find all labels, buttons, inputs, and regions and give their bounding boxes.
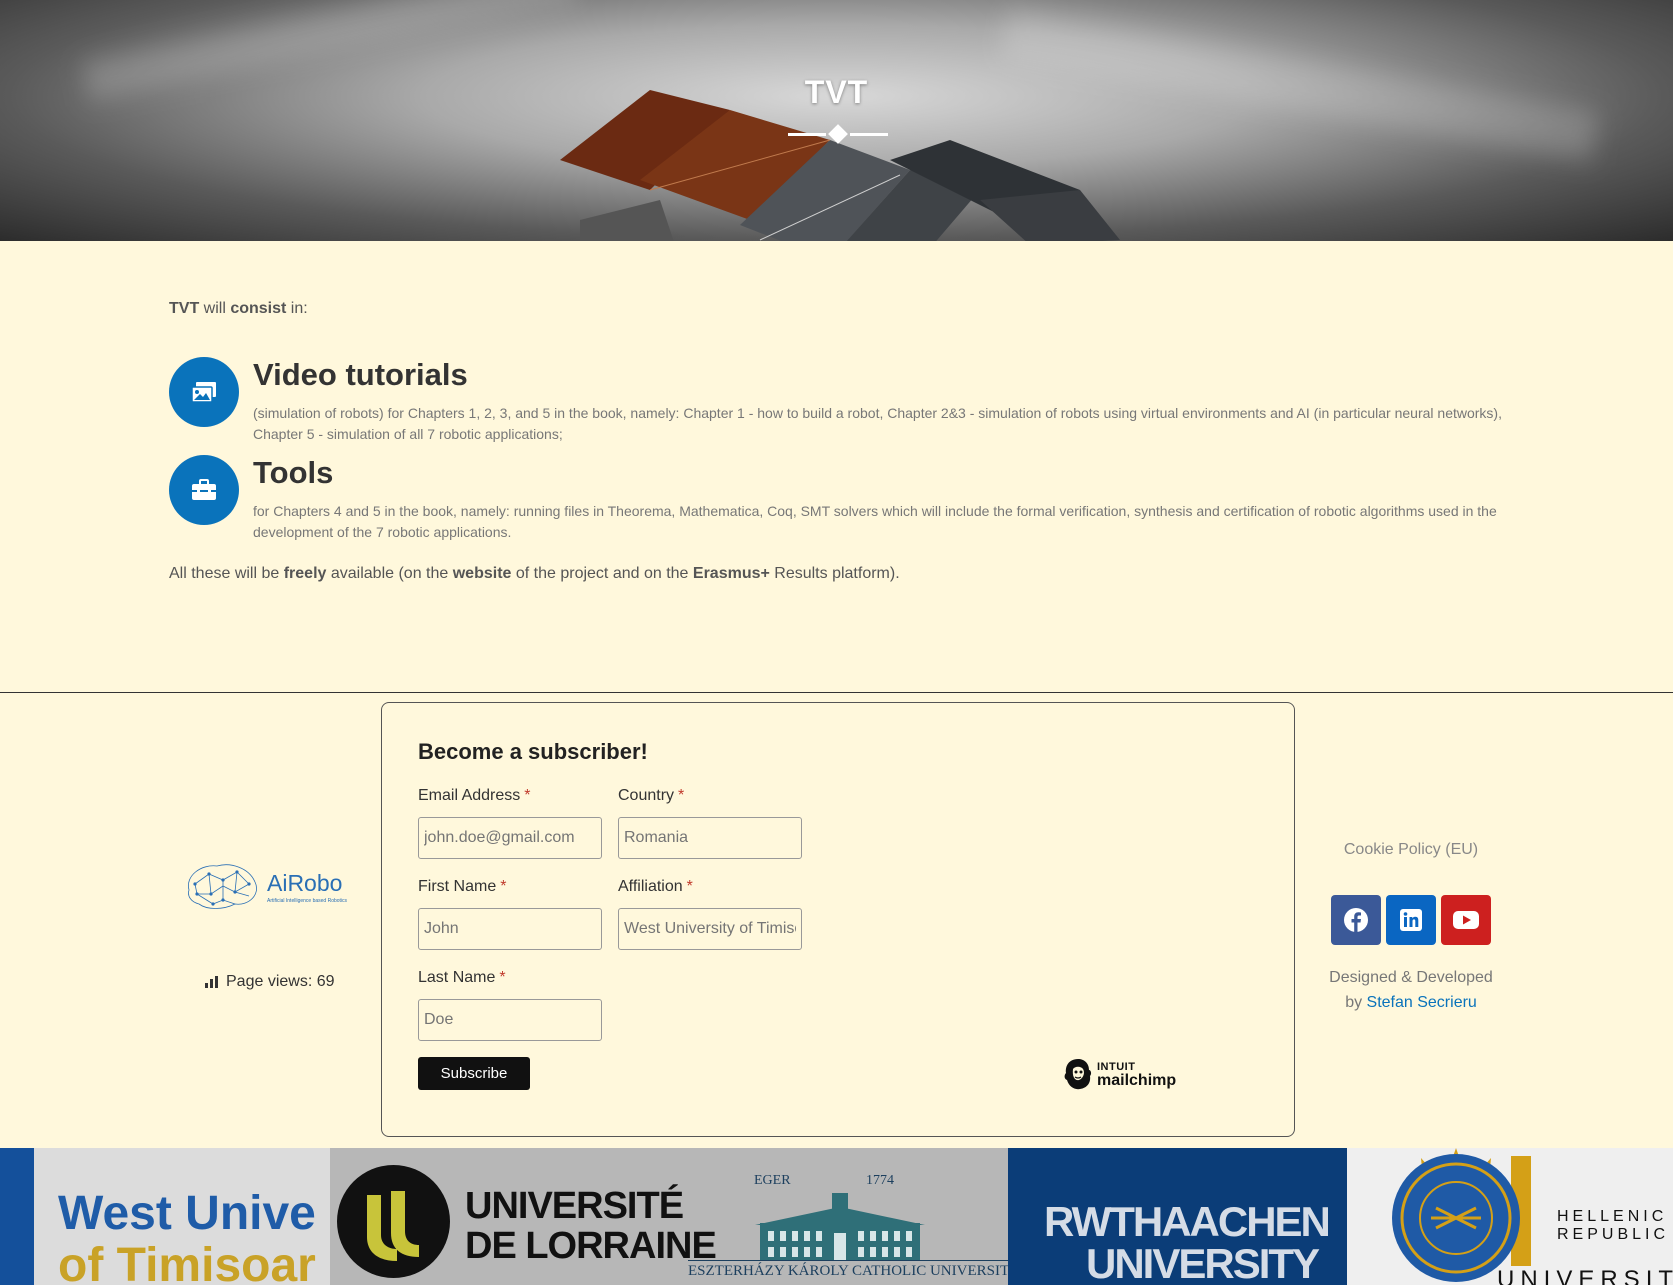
partner-logo-west-university[interactable]: West Unive of Timisoar — [0, 1148, 330, 1285]
mailchimp-icon — [1064, 1059, 1092, 1090]
section-divider — [0, 692, 1673, 693]
cookie-policy-link[interactable]: Cookie Policy (EU) — [1300, 841, 1522, 859]
form-title: Become a subscriber! — [418, 739, 648, 764]
hero-banner: TVT — [0, 0, 1673, 241]
partner-logo-rwth-aachen[interactable]: RWTHAACHEN UNIVERSITY — [1008, 1148, 1347, 1285]
social-links — [1331, 895, 1491, 945]
affiliation-label: Affiliation * — [618, 878, 693, 895]
feature-title: Tools — [253, 455, 334, 490]
partner-logo-hellenic-university[interactable]: HELLENIC REPUBLIC UNIVERSITY — [1347, 1148, 1673, 1285]
subscribe-form: Become a subscriber! Email Address* Coun… — [381, 702, 1295, 1137]
feature-title: Video tutorials — [253, 357, 468, 392]
airobo-logo-tagline: Artificial Intelligence based Robotics — [267, 898, 348, 904]
airobo-logo[interactable]: AiRobo Artificial Intelligence based Rob… — [183, 860, 353, 916]
feature-description: for Chapters 4 and 5 in the book, namely… — [253, 503, 1497, 540]
toolbox-icon — [169, 455, 239, 525]
page-views-counter: Page views: 69 — [205, 973, 335, 991]
facebook-icon[interactable] — [1331, 895, 1381, 945]
linkedin-icon[interactable] — [1386, 895, 1436, 945]
credits-line: Designed & Developed — [1329, 969, 1493, 986]
developer-link[interactable]: Stefan Secrieru — [1367, 994, 1477, 1011]
feature-description: (simulation of robots) for Chapters 1, 2… — [253, 405, 1502, 442]
first-name-label: First Name * — [418, 878, 507, 895]
subscribe-button[interactable]: Subscribe — [418, 1057, 530, 1090]
mailchimp-label: mailchimp — [1097, 1072, 1177, 1089]
availability-text: All these will be freely available (on t… — [169, 565, 900, 582]
page-views-text: Page views: 69 — [226, 973, 335, 990]
email-field[interactable] — [418, 817, 602, 859]
partner-logo-eszterhazy-karoly[interactable]: EGER 1774 ESZTERHÁZY KÁROLY CATHOLIC UNI… — [686, 1148, 1020, 1285]
last-name-field[interactable] — [418, 999, 602, 1041]
page-title: TVT — [804, 74, 869, 110]
images-icon — [169, 357, 239, 427]
affiliation-field[interactable] — [618, 908, 802, 950]
first-name-field[interactable] — [418, 908, 602, 950]
title-divider — [788, 124, 888, 144]
credits: Designed & Developed by Stefan Secrieru — [1300, 965, 1522, 1015]
last-name-label: Last Name * — [418, 969, 506, 986]
bar-chart-icon — [205, 976, 218, 988]
building-icon — [755, 1193, 925, 1261]
seal-icon — [1392, 1148, 1531, 1282]
brain-network-icon — [188, 864, 257, 909]
intro-text: TVT will consist in: — [169, 300, 308, 317]
country-label: Country * — [618, 787, 685, 804]
partner-logo-universite-de-lorraine[interactable]: UNIVERSITÉ DE LORRAINE — [337, 1165, 717, 1280]
youtube-icon[interactable] — [1441, 895, 1491, 945]
mailchimp-badge[interactable]: INTUIT mailchimp — [1063, 1057, 1176, 1091]
partner-logos-strip: West Unive of Timisoar UNIVERSITÉ DE LOR… — [0, 1148, 1673, 1285]
main-content: TVT will consist in: Video tutorials (si… — [169, 300, 1509, 582]
airobo-logo-text: AiRobo — [267, 870, 343, 896]
country-field[interactable] — [618, 817, 802, 859]
email-label: Email Address * — [418, 787, 531, 804]
